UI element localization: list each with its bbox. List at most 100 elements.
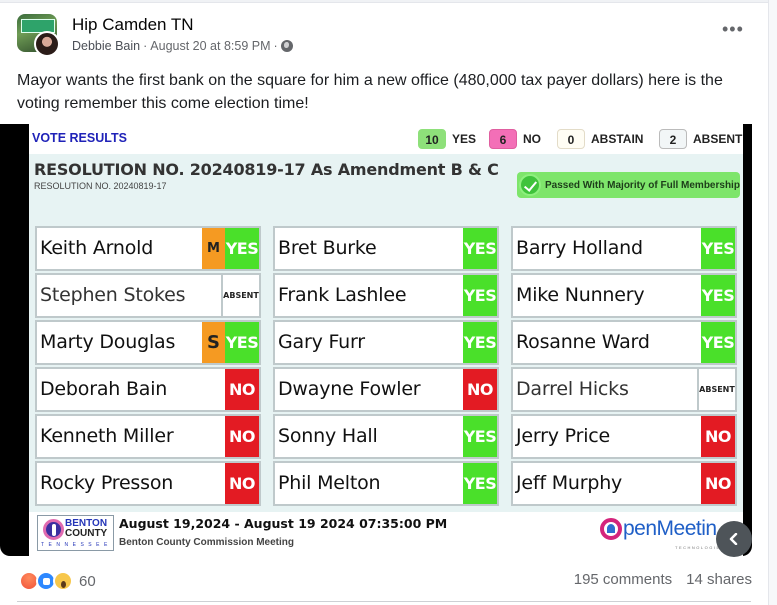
shares-count[interactable]: 14 shares bbox=[686, 571, 752, 588]
vote-badge-yes: YES bbox=[463, 228, 497, 269]
tally-abstain: 0 ABSTAIN bbox=[557, 129, 643, 149]
avatar[interactable] bbox=[17, 12, 61, 57]
member-vote-grid: Keith Arnold M YES Bret Burke YES Barry Holla… bbox=[35, 226, 737, 506]
member-vote-row: Marty Douglas S YES bbox=[35, 320, 261, 365]
vote-badge-yes: YES bbox=[701, 228, 735, 269]
member-vote-row: Keith Arnold M YES bbox=[35, 226, 261, 271]
separator: · bbox=[273, 39, 278, 53]
openmeeting-logo: penMeetin bbox=[600, 517, 717, 541]
vote-badge-yes: YES bbox=[463, 463, 497, 504]
member-name: Phil Melton bbox=[278, 472, 381, 494]
tally-no: 6 NO bbox=[489, 129, 541, 149]
member-vote-row: Dwayne Fowler NO bbox=[273, 367, 499, 412]
vote-badge-no: NO bbox=[225, 416, 259, 457]
member-name: Rosanne Ward bbox=[516, 331, 650, 353]
engagement-counts: 195 comments 14 shares bbox=[574, 571, 752, 588]
status-badge: Passed With Majority of Full Membership bbox=[517, 172, 740, 198]
tally-no-count: 6 bbox=[489, 129, 517, 149]
member-name: Mike Nunnery bbox=[516, 284, 645, 306]
vote-badge-yes: YES bbox=[701, 322, 735, 363]
member-name: Sonny Hall bbox=[278, 425, 378, 447]
member-vote-row: Sonny Hall YES bbox=[273, 414, 499, 459]
member-vote-row: Phil Melton YES bbox=[273, 461, 499, 506]
chevron-left-icon bbox=[729, 533, 738, 545]
tally-absent: 2 ABSENT bbox=[659, 129, 742, 149]
vote-badge-no: NO bbox=[463, 369, 497, 410]
tally-abstain-label: ABSTAIN bbox=[591, 132, 644, 146]
member-name: Dwayne Fowler bbox=[278, 378, 421, 400]
capitol-dome-icon bbox=[600, 518, 622, 540]
adjacent-panel-edge bbox=[768, 0, 777, 605]
member-name: Marty Douglas bbox=[40, 331, 176, 353]
vote-badge-yes: YES bbox=[463, 275, 497, 316]
tally-yes-count: 10 bbox=[418, 129, 446, 149]
resolution-title: RESOLUTION NO. 20240819-17 As Amendment … bbox=[34, 160, 499, 179]
member-vote-row: Jeff Murphy NO bbox=[511, 461, 737, 506]
tally-absent-label: ABSENT bbox=[693, 132, 743, 146]
member-name: Bret Burke bbox=[278, 237, 377, 259]
tally-yes: 10 YES bbox=[418, 129, 476, 149]
vote-results-bar: VOTE RESULTS 10 YES 6 NO 0 ABSTAIN 2 ABS… bbox=[29, 124, 743, 154]
vote-badge-yes: YES bbox=[701, 275, 735, 316]
globe-icon bbox=[280, 40, 293, 52]
vote-badge-no: NO bbox=[701, 463, 735, 504]
author-avatar[interactable] bbox=[34, 31, 60, 57]
check-circle-icon bbox=[519, 174, 541, 196]
carousel-prev-button[interactable] bbox=[716, 521, 752, 557]
vote-badge-yes: YES bbox=[225, 228, 259, 269]
post-timestamp[interactable]: August 20 at 8:59 PM bbox=[150, 39, 270, 53]
reaction-count[interactable]: 60 bbox=[79, 573, 96, 590]
member-name: Deborah Bain bbox=[40, 378, 168, 400]
page-name[interactable]: Hip Camden TN bbox=[72, 14, 293, 36]
meeting-name: Benton County Commission Meeting bbox=[119, 537, 294, 548]
member-name: Jerry Price bbox=[516, 425, 611, 447]
vote-badge-yes: YES bbox=[463, 416, 497, 457]
member-vote-row: Frank Lashlee YES bbox=[273, 273, 499, 318]
logo-text-county: COUNTY bbox=[65, 528, 108, 539]
member-name: Darrel Hicks bbox=[516, 378, 629, 400]
member-vote-row: Rosanne Ward YES bbox=[511, 320, 737, 365]
member-name: Frank Lashlee bbox=[278, 284, 407, 306]
more-options-icon[interactable]: ••• bbox=[722, 20, 744, 38]
vote-results-title: VOTE RESULTS bbox=[32, 131, 127, 145]
benton-county-logo: BENTON COUNTY TENNESSEE bbox=[37, 515, 114, 551]
second-badge: S bbox=[202, 322, 225, 363]
meeting-datetime: August 19,2024 - August 19 2024 07:35:00… bbox=[119, 516, 448, 531]
member-vote-row: Bret Burke YES bbox=[273, 226, 499, 271]
tally-abstain-count: 0 bbox=[557, 129, 585, 149]
meeting-footer: BENTON COUNTY TENNESSEE August 19,2024 -… bbox=[29, 512, 743, 556]
member-vote-row: Rocky Presson NO bbox=[35, 461, 261, 506]
member-vote-row: Deborah Bain NO bbox=[35, 367, 261, 412]
logo-text-tennessee: TENNESSEE bbox=[41, 542, 112, 548]
openmeeting-logo-text: penMeetin bbox=[623, 517, 717, 540]
member-vote-row: Mike Nunnery YES bbox=[511, 273, 737, 318]
member-vote-row: Jerry Price NO bbox=[511, 414, 737, 459]
post-meta: Debbie Bain · August 20 at 8:59 PM · bbox=[72, 39, 293, 53]
member-vote-row: Stephen Stokes ABSENT bbox=[35, 273, 261, 318]
county-emblem-icon bbox=[43, 519, 64, 540]
post-header: Hip Camden TN Debbie Bain · August 20 at… bbox=[17, 12, 293, 57]
tally-yes-label: YES bbox=[452, 132, 477, 146]
divider bbox=[17, 601, 751, 602]
wow-reaction-icon bbox=[53, 571, 73, 591]
vote-results-screen: VOTE RESULTS 10 YES 6 NO 0 ABSTAIN 2 ABS… bbox=[29, 124, 743, 556]
author-name[interactable]: Debbie Bain bbox=[72, 39, 140, 53]
member-name: Barry Holland bbox=[516, 237, 643, 259]
vote-badge-yes: YES bbox=[225, 322, 259, 363]
member-name: Kenneth Miller bbox=[40, 425, 174, 447]
member-name: Jeff Murphy bbox=[516, 472, 623, 494]
member-vote-row: Kenneth Miller NO bbox=[35, 414, 261, 459]
status-text: Passed With Majority of Full Membership bbox=[545, 179, 740, 191]
member-vote-row: Darrel Hicks ABSENT bbox=[511, 367, 737, 412]
member-vote-row: Gary Furr YES bbox=[273, 320, 499, 365]
member-name: Stephen Stokes bbox=[40, 284, 186, 306]
motion-badge: M bbox=[202, 228, 225, 269]
reactions-summary[interactable]: 60 bbox=[19, 571, 96, 591]
tally-no-label: NO bbox=[523, 132, 541, 146]
member-vote-row: Barry Holland YES bbox=[511, 226, 737, 271]
separator: · bbox=[143, 39, 148, 53]
post-text: Mayor wants the first bank on the square… bbox=[17, 72, 723, 112]
comments-count[interactable]: 195 comments bbox=[574, 571, 672, 588]
vote-badge-absent: ABSENT bbox=[697, 369, 735, 410]
vote-badge-no: NO bbox=[701, 416, 735, 457]
